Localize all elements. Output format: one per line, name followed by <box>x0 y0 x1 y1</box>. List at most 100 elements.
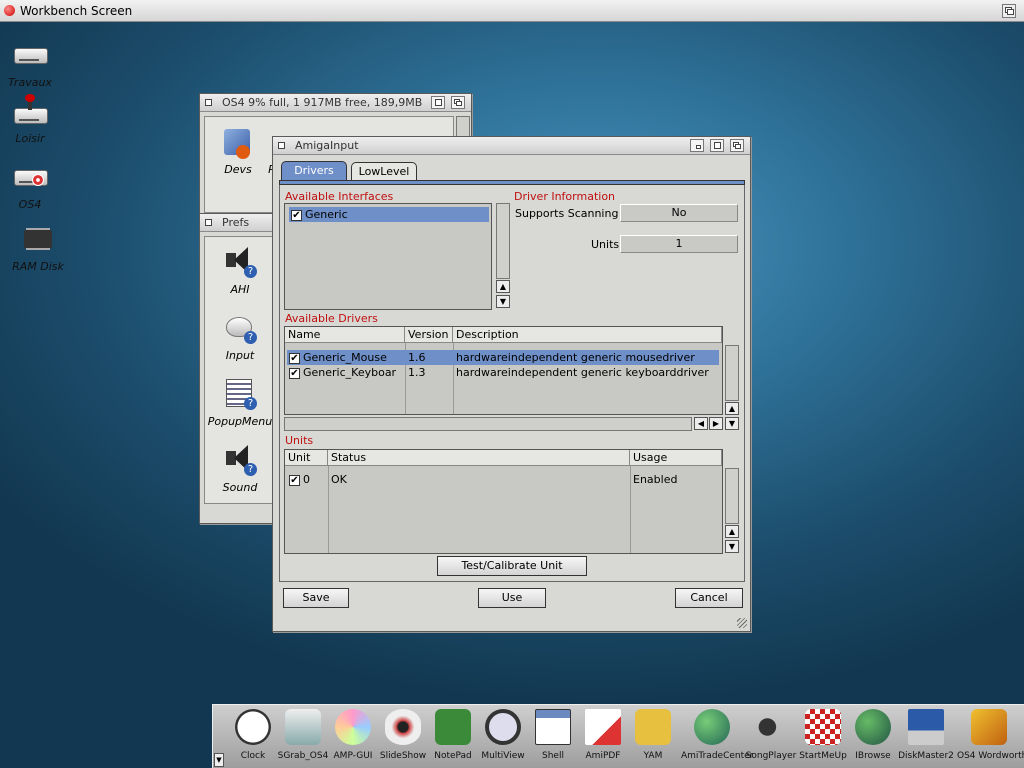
zoom-gadget-icon[interactable] <box>431 96 445 109</box>
cancel-button[interactable]: Cancel <box>675 588 743 608</box>
workbench-logo-icon[interactable] <box>4 5 15 16</box>
depth-gadget-icon[interactable] <box>451 96 465 109</box>
iconify-gadget-icon[interactable] <box>690 139 704 152</box>
checkbox[interactable]: ✔ <box>289 474 300 486</box>
dock-item-clock[interactable]: Clock <box>227 707 279 761</box>
joystick-icon <box>10 94 50 130</box>
column-header-version[interactable]: Version <box>405 327 453 343</box>
dock-item-diskmaster2[interactable]: DiskMaster2 <box>897 707 955 761</box>
unit-usage: Enabled <box>633 473 678 486</box>
interfaces-list[interactable]: ✔ Generic <box>284 203 492 310</box>
depth-gadget-icon[interactable] <box>730 139 744 152</box>
use-button[interactable]: Use <box>478 588 546 608</box>
screengrab-icon <box>285 709 321 745</box>
dock-item-ibrowse[interactable]: IBrowse <box>847 707 899 761</box>
desktop-icon-loisir[interactable]: Loisir <box>0 94 60 145</box>
checkbox[interactable]: ✔ <box>289 367 300 379</box>
scroll-up-arrow-icon[interactable]: ▲ <box>725 402 739 415</box>
scroll-right-arrow-icon[interactable]: ▶ <box>709 417 723 430</box>
wordworth-icon <box>971 709 1007 745</box>
speaker-icon: ? <box>220 243 260 283</box>
tab-drivers[interactable]: Drivers <box>281 161 347 181</box>
dock-menu-arrow-icon[interactable]: ▼ <box>214 753 224 767</box>
tab-lowlevel[interactable]: LowLevel <box>351 162 417 181</box>
checkbox[interactable]: ✔ <box>289 352 300 364</box>
prefs-item-input[interactable]: ? Input <box>205 309 275 362</box>
dock-item-wordworth[interactable]: OS4 Wordworth <box>957 707 1024 761</box>
column-header-name[interactable]: Name <box>285 327 405 343</box>
desktop-icon-os4[interactable]: OS4 <box>0 160 60 211</box>
drawer-icon-devs[interactable]: Devs <box>213 123 263 176</box>
speaker-icon: ? <box>220 441 260 481</box>
dock-item-label: NotePad <box>434 751 472 761</box>
dock-item-sgrab[interactable]: SGrab_OS4 <box>277 707 329 761</box>
resize-handle-icon[interactable] <box>737 618 747 628</box>
desktop-icon-ram-disk[interactable]: RAM Disk <box>8 222 68 273</box>
pdf-document-icon <box>585 709 621 745</box>
os4-window-titlebar[interactable]: OS4 9% full, 1 917MB free, 189,9MB <box>200 94 471 112</box>
clock-icon <box>235 709 271 745</box>
floppy-disk-icon <box>908 709 944 745</box>
drivers-vertical-scrollbar[interactable] <box>725 345 739 401</box>
close-gadget-icon[interactable] <box>205 99 212 106</box>
scroll-left-arrow-icon[interactable]: ◀ <box>694 417 708 430</box>
notepad-icon <box>435 709 471 745</box>
dock-item-amitradecenter[interactable]: AmiTradeCenter <box>681 707 753 761</box>
prefs-item-ahi[interactable]: ? AHI <box>205 243 275 296</box>
interfaces-scrollbar[interactable] <box>496 203 510 279</box>
table-row[interactable]: ✔ Generic_Mouse <box>289 351 387 365</box>
units-list[interactable]: Unit Status Usage ✔ 0 OK Enabled <box>284 449 723 554</box>
dock-item-startmeup[interactable]: StartMeUp <box>797 707 849 761</box>
driver-version: 1.3 <box>408 366 426 379</box>
dock-item-multiview[interactable]: MultiView <box>477 707 529 761</box>
close-gadget-icon[interactable] <box>205 219 212 226</box>
prefs-item-label: Input <box>225 349 255 362</box>
os4-window-title: OS4 9% full, 1 917MB free, 189,9MB <box>222 96 423 109</box>
amigainput-window[interactable]: AmigaInput Drivers LowLevel Available In… <box>272 136 751 632</box>
harddisk-icon <box>10 38 50 74</box>
table-row[interactable]: ✔ 0 <box>289 473 310 487</box>
dock-item-yam[interactable]: YAM <box>627 707 679 761</box>
desktop-icon-travaux[interactable]: Travaux <box>0 38 60 89</box>
dock-item-amipdf[interactable]: AmiPDF <box>577 707 629 761</box>
drivers-list[interactable]: Name Version Description ✔ Generic_Mouse … <box>284 326 723 415</box>
prefs-item-popupmenu[interactable]: ? PopupMenu <box>205 375 275 428</box>
dock-item-label: YAM <box>643 751 663 761</box>
list-item[interactable]: ✔ Generic <box>289 207 489 222</box>
save-button[interactable]: Save <box>283 588 349 608</box>
close-gadget-icon[interactable] <box>278 142 285 149</box>
dock-item-shell[interactable]: Shell <box>527 707 579 761</box>
prefs-item-label: PopupMenu <box>207 415 273 428</box>
speaker-icon <box>753 709 789 745</box>
scroll-up-arrow-icon[interactable]: ▲ <box>496 280 510 293</box>
prefs-item-label: AHI <box>230 283 250 296</box>
screen-depth-gadget-icon[interactable] <box>1002 4 1016 18</box>
dock-item-slideshow[interactable]: SlideShow <box>377 707 429 761</box>
units-scrollbar[interactable] <box>725 468 739 524</box>
column-header-unit[interactable]: Unit <box>285 450 328 466</box>
dock-item-label: Clock <box>240 751 266 761</box>
desktop-icon-label: Travaux <box>8 76 52 89</box>
zoom-gadget-icon[interactable] <box>710 139 724 152</box>
scroll-down-arrow-icon[interactable]: ▼ <box>725 540 739 553</box>
units-count-value: 1 <box>620 235 738 253</box>
ram-chip-icon <box>18 222 58 258</box>
test-calibrate-unit-button[interactable]: Test/Calibrate Unit <box>437 556 587 576</box>
checkbox[interactable]: ✔ <box>291 209 302 221</box>
prefs-window-titlebar[interactable]: Prefs <box>200 214 276 232</box>
drivers-horizontal-scrollbar[interactable] <box>284 417 692 431</box>
scroll-down-arrow-icon[interactable]: ▼ <box>496 295 510 308</box>
dock-item-notepad[interactable]: NotePad <box>427 707 479 761</box>
dock-item-songplayer[interactable]: SongPlayer <box>745 707 797 761</box>
prefs-drawer-window[interactable]: Prefs ? AHI ? Input ? PopupMenu ? Sound <box>199 213 277 524</box>
prefs-window-title: Prefs <box>222 216 250 229</box>
column-header-status[interactable]: Status <box>328 450 630 466</box>
prefs-item-sound[interactable]: ? Sound <box>205 441 275 494</box>
scroll-up-arrow-icon[interactable]: ▲ <box>725 525 739 538</box>
column-header-usage[interactable]: Usage <box>630 450 722 466</box>
dock-item-amp-gui[interactable]: AMP-GUI <box>327 707 379 761</box>
column-header-description[interactable]: Description <box>453 327 722 343</box>
amigainput-titlebar[interactable]: AmigaInput <box>273 137 750 155</box>
table-row[interactable]: ✔ Generic_Keyboar <box>289 366 396 380</box>
scroll-down-arrow-icon[interactable]: ▼ <box>725 417 739 430</box>
